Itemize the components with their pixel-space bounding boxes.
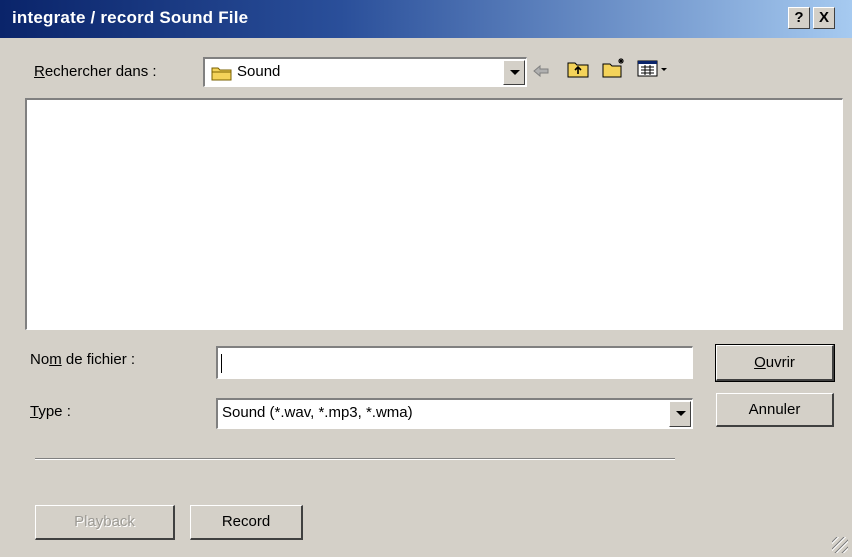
filetype-dropdown-button[interactable] (669, 401, 691, 427)
file-list[interactable] (25, 98, 843, 330)
resize-grip[interactable] (832, 537, 848, 553)
help-button[interactable]: ? (788, 7, 810, 29)
playback-button[interactable]: Playback (35, 505, 175, 540)
title-bar[interactable]: integrate / record Sound File ? X (0, 0, 852, 38)
view-menu-icon[interactable] (637, 60, 669, 82)
folder-icon (211, 65, 233, 85)
filetype-value: Sound (*.wav, *.mp3, *.wma) (222, 404, 413, 421)
look-in-label: Rechercher dans : (34, 63, 157, 80)
look-in-dropdown-button[interactable] (503, 60, 525, 85)
open-button[interactable]: Ouvrir (715, 344, 835, 382)
close-button[interactable]: X (813, 7, 835, 29)
text-cursor (221, 354, 222, 373)
filetype-label: Type : (30, 403, 71, 420)
window-title: integrate / record Sound File (12, 8, 249, 27)
filetype-combo[interactable]: Sound (*.wav, *.mp3, *.wma) (216, 398, 693, 429)
filename-input[interactable] (216, 346, 693, 379)
look-in-value: Sound (237, 63, 281, 80)
new-folder-icon[interactable] (601, 57, 627, 83)
record-button[interactable]: Record (190, 505, 303, 540)
separator (35, 458, 675, 460)
back-arrow-icon[interactable] (532, 63, 550, 83)
up-folder-icon[interactable] (566, 59, 590, 83)
filename-label: Nom de fichier : (30, 351, 136, 368)
cancel-button[interactable]: Annuler (716, 393, 834, 427)
look-in-combo[interactable]: Sound (203, 57, 527, 87)
